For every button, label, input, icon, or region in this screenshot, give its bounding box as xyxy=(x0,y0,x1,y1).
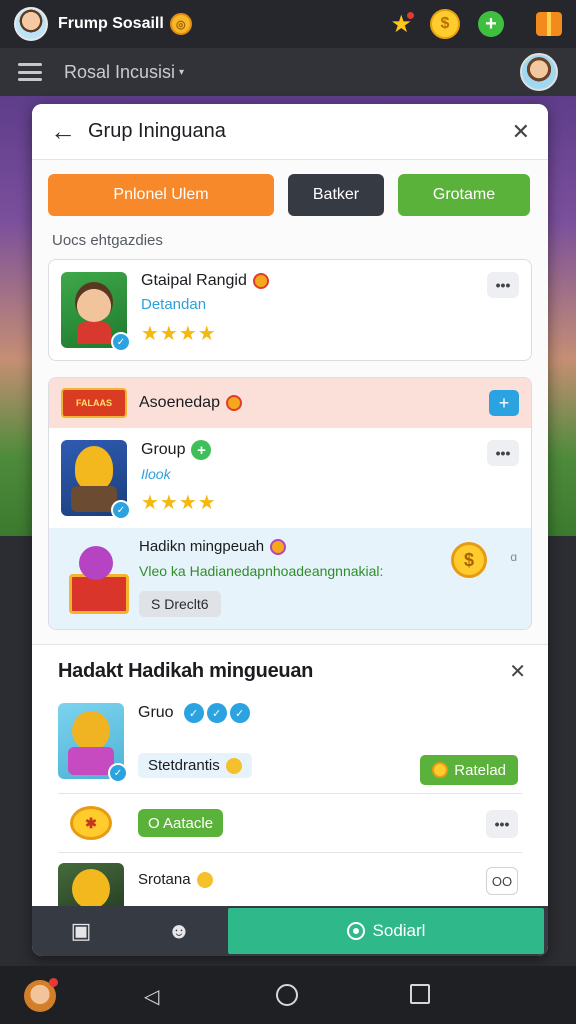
highlight-header: FALAAS Asoenedap + xyxy=(49,378,531,428)
app-header: Rosal Incusisi ▾ xyxy=(0,48,576,96)
coin-icon: $ xyxy=(451,542,487,578)
reload-label: Ratelad xyxy=(454,761,506,779)
recent-apps-icon[interactable] xyxy=(410,984,430,1004)
profile-avatar[interactable] xyxy=(14,7,48,41)
dark-button[interactable]: Batker xyxy=(288,174,384,216)
smile-icon xyxy=(196,871,213,888)
member-name: Gruo ✓ ✓ ✓ xyxy=(138,703,518,723)
gift-box-icon xyxy=(61,538,129,614)
verified-icon: ✓ xyxy=(108,763,128,783)
reload-button[interactable]: Ratelad xyxy=(420,755,518,785)
close-icon[interactable]: ✕ xyxy=(509,659,526,684)
member-thumbnail: ✓ xyxy=(58,703,128,783)
star-rating: ★★★★ xyxy=(141,323,217,345)
member-name: Srotana xyxy=(138,871,213,888)
member-thumbnail: ✓ xyxy=(61,272,131,352)
member-name-text: Srotana xyxy=(138,871,191,888)
friends-icon[interactable]: ☻ xyxy=(130,906,228,956)
header-title[interactable]: Rosal Incusisi xyxy=(64,62,175,83)
panel-title: Hadakt Hadikah mingueuan xyxy=(58,659,314,682)
member-name-text: Group xyxy=(141,441,186,458)
divider xyxy=(58,793,522,794)
gift-icon[interactable] xyxy=(536,12,562,36)
add-icon[interactable]: + xyxy=(478,11,504,37)
more-options-icon[interactable]: ••• xyxy=(486,810,518,838)
gold-coin-icon[interactable]: $ xyxy=(430,9,460,39)
close-icon[interactable]: ✕ xyxy=(512,119,530,145)
verified-icon: ✓ xyxy=(111,332,131,352)
member-name: Group + xyxy=(141,440,519,460)
list-item[interactable]: ✓ Gruo ✓ ✓ ✓ Stetdrantis Ratelad xyxy=(32,697,548,789)
dialog-title: Grup Ininguаna xyxy=(88,120,226,142)
dialog-header: ← Grup Ininguаna ✕ xyxy=(32,104,548,160)
section-label: Uocs ehtgazdies xyxy=(52,232,163,249)
check-icon: ✓ xyxy=(206,703,227,723)
member-name-text: Gtaipal Rangid xyxy=(141,272,247,289)
more-options-icon[interactable]: ••• xyxy=(487,440,519,466)
highlight-card: FALAAS Asoenedap + ✓ Group + Ilook ★★★★ … xyxy=(48,377,532,630)
gem-icon xyxy=(270,538,287,555)
menu-icon[interactable] xyxy=(18,63,42,81)
options-icon[interactable]: ɑ xyxy=(510,550,517,564)
add-button[interactable]: + xyxy=(489,390,519,416)
member-subtitle: Detandan xyxy=(141,296,207,313)
system-nav-bar: ◁ xyxy=(0,966,576,1024)
check-badges: ✓ ✓ ✓ xyxy=(183,703,250,723)
user-avatar[interactable] xyxy=(520,53,558,91)
medal-icon xyxy=(252,273,269,289)
coin-icon: ✱ xyxy=(70,806,112,840)
smile-icon xyxy=(225,757,242,774)
app-title: Frump Sosaill xyxy=(58,15,164,32)
gift-panel: Hadakt Hadikah mingueuan ✕ ✓ Gruo ✓ ✓ ✓ … xyxy=(32,644,548,919)
star-icon[interactable]: ★ xyxy=(390,10,414,39)
member-name-text: Gruo xyxy=(138,704,174,721)
member-card[interactable]: ✓ Gtaipal Rangid Detandan ★★★★ ••• xyxy=(48,259,532,361)
dialog-footer: ▣ ☻ Sodiarl xyxy=(32,906,548,956)
green-button[interactable]: Grotame xyxy=(398,174,530,216)
back-icon[interactable]: ◁ xyxy=(144,984,159,1009)
list-item[interactable]: ✱ O Aatacle ••• xyxy=(32,798,548,848)
group-dialog: ← Grup Ininguаna ✕ Pnlonel Ulem Batker G… xyxy=(32,104,548,956)
divider xyxy=(58,852,522,853)
check-icon: ✓ xyxy=(229,703,250,723)
social-icon xyxy=(346,922,365,940)
member-row[interactable]: ✓ Group + Ilook ★★★★ ••• xyxy=(49,428,531,528)
orange-button[interactable]: Pnlonel Ulem xyxy=(48,174,274,216)
verified-icon: ✓ xyxy=(111,500,131,520)
inventory-icon[interactable]: ▣ xyxy=(32,906,130,956)
social-button[interactable]: Sodiarl xyxy=(228,908,544,954)
member-thumbnail: ✓ xyxy=(61,440,131,520)
coin-icon: ◎ xyxy=(169,13,192,35)
status-text: Stetdrantis xyxy=(148,757,220,774)
home-icon[interactable] xyxy=(276,984,298,1006)
highlight-title-text: Asoenedap xyxy=(139,394,220,411)
social-label: Sodiarl xyxy=(372,921,426,940)
panel-header: Hadakt Hadikah mingueuan ✕ xyxy=(32,645,548,697)
action-buttons: Pnlonel Ulem Batker Grotame xyxy=(32,160,548,216)
add-friend-icon[interactable]: + xyxy=(191,440,212,460)
medal-icon xyxy=(225,395,242,411)
status-chip: Stetdrantis xyxy=(138,753,252,778)
check-icon: ✓ xyxy=(183,703,204,723)
star-rating: ★★★★ xyxy=(141,492,217,514)
more-options-icon[interactable]: ••• xyxy=(487,272,519,298)
gift-row[interactable]: Hadikn mingpeuah Vleo ka Hadianedapnhoad… xyxy=(49,528,531,629)
arrow-left-icon[interactable]: ← xyxy=(50,116,78,147)
banner-icon: FALAAS xyxy=(61,388,127,418)
co-badge[interactable]: OO xyxy=(486,867,518,895)
notification-dot xyxy=(407,11,414,19)
highlight-title: Asoenedap xyxy=(139,394,242,412)
coin-icon xyxy=(432,762,449,778)
member-subtitle: Ilook xyxy=(141,466,171,482)
attack-button[interactable]: O Aatacle xyxy=(138,809,224,837)
gift-title-text: Hadikn mingpeuah xyxy=(139,538,265,555)
top-status-bar: Frump Sosaill ◎ ★ $ + xyxy=(0,0,576,48)
bottom-avatar[interactable] xyxy=(24,978,58,1012)
member-name: Gtaipal Rangid xyxy=(141,272,519,290)
gift-pill[interactable]: S Dreclt6 xyxy=(139,591,221,617)
chevron-down-icon[interactable]: ▾ xyxy=(179,67,184,78)
